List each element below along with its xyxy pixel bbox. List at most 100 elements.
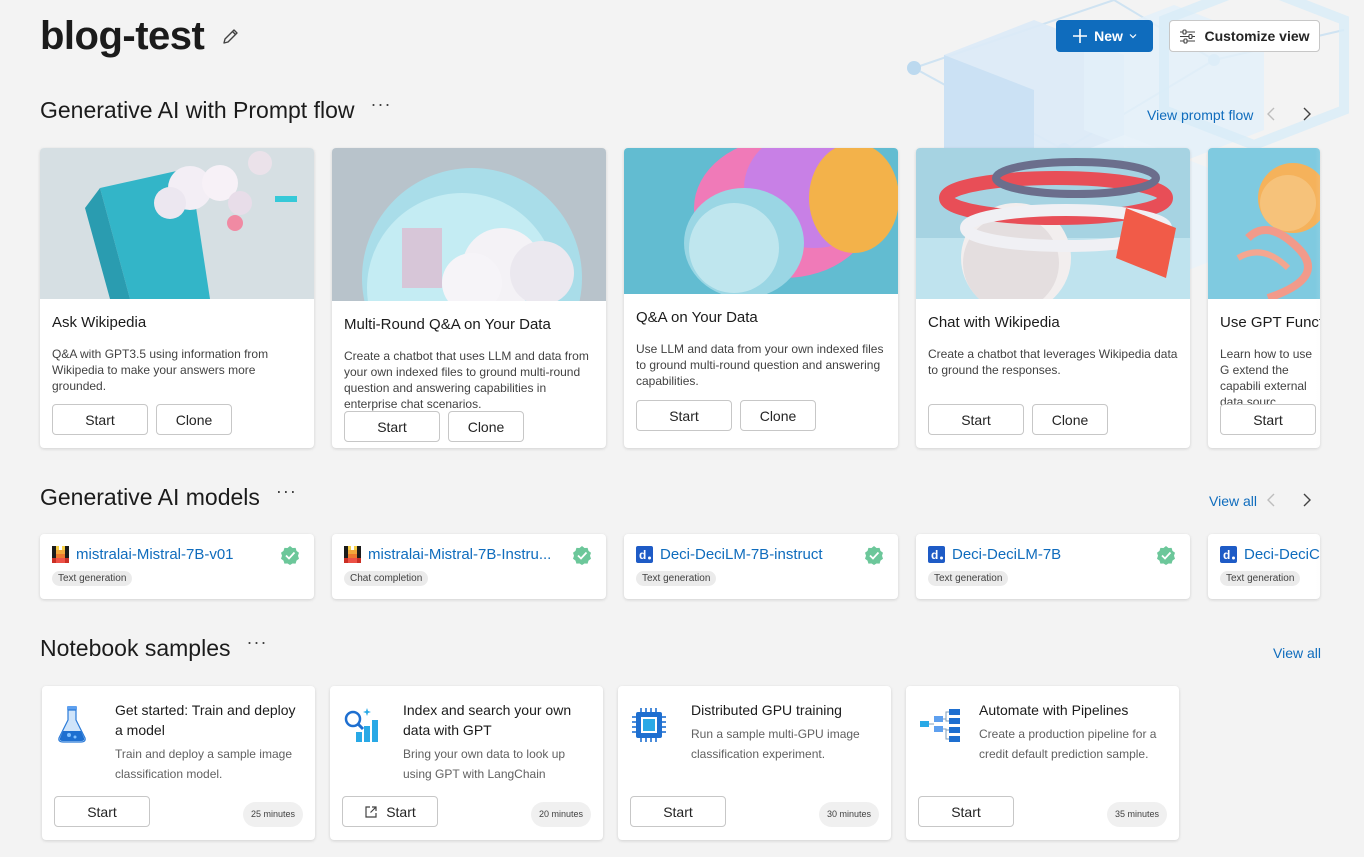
notebooks-section-title: Notebook samples ··· <box>40 632 268 662</box>
new-button[interactable]: New <box>1056 20 1153 52</box>
prompt-flow-card[interactable]: Ask Wikipedia Q&A with GPT3.5 using info… <box>40 148 314 448</box>
deci-logo-icon: d <box>636 546 653 563</box>
start-button[interactable]: Start <box>344 411 440 442</box>
notebook-title: Distributed GPU training <box>691 702 842 718</box>
open-external-icon <box>365 805 377 818</box>
card-title: Use GPT Funct <box>1220 314 1320 331</box>
card-description: Q&A with GPT3.5 using information from W… <box>52 347 269 393</box>
page-title: blog-test <box>40 14 205 58</box>
model-name-link[interactable]: mistralai-Mistral-7B-Instru... <box>368 546 551 563</box>
chevron-down-icon <box>1129 34 1137 39</box>
model-card[interactable]: d Deci-DeciLM-7B Text generation <box>916 534 1190 599</box>
model-name-link[interactable]: Deci-DeciC <box>1244 546 1320 563</box>
model-card[interactable]: mistralai-Mistral-7B-Instru... Chat comp… <box>332 534 606 599</box>
clone-button[interactable]: Clone <box>1032 404 1108 435</box>
prompt-flow-section-title: Generative AI with Prompt flow ··· <box>40 94 391 124</box>
start-button-label: Start <box>386 803 416 820</box>
duration-badge: 25 minutes <box>242 802 303 827</box>
card-illustration <box>624 148 898 298</box>
view-all-models-link[interactable]: View all <box>1209 493 1257 509</box>
customize-view-button[interactable]: Customize view <box>1169 20 1320 52</box>
prompt-flow-card[interactable]: Use GPT Funct Learn how to use G extend … <box>1208 148 1320 448</box>
start-button[interactable]: Start <box>636 400 732 431</box>
search-chart-icon <box>344 708 378 742</box>
deci-logo-icon: d <box>1220 546 1237 563</box>
model-task-tag: Text generation <box>636 571 717 586</box>
model-card[interactable]: mistralai-Mistral-7B-v01 Text generation <box>40 534 314 599</box>
model-name-link[interactable]: mistralai-Mistral-7B-v01 <box>76 546 234 563</box>
carousel-fade <box>1315 140 1364 610</box>
model-name-link[interactable]: Deci-DeciLM-7B-instruct <box>660 546 823 563</box>
model-card[interactable]: d Deci-DeciC Text generation <box>1208 534 1320 599</box>
model-card[interactable]: d Deci-DeciLM-7B-instruct Text generatio… <box>624 534 898 599</box>
deci-logo-icon: d <box>928 546 945 563</box>
prompt-flow-more-icon[interactable]: ··· <box>370 94 391 115</box>
prompt-flow-card[interactable]: Chat with Wikipedia Create a chatbot tha… <box>916 148 1190 448</box>
view-prompt-flow-link[interactable]: View prompt flow <box>1147 107 1253 123</box>
notebooks-heading: Notebook samples <box>40 635 231 661</box>
model-task-tag: Text generation <box>52 571 133 586</box>
chevron-right-icon[interactable] <box>1298 492 1314 508</box>
notebook-description: Train and deploy a sample image classifi… <box>115 747 292 781</box>
verified-check-icon <box>1157 546 1175 565</box>
plus-icon <box>1073 29 1088 43</box>
clone-button[interactable]: Clone <box>740 400 816 431</box>
notebooks-more-icon[interactable]: ··· <box>247 632 268 653</box>
svg-text:d: d <box>1223 548 1230 562</box>
start-button[interactable]: Start <box>52 404 148 435</box>
card-illustration <box>40 148 314 299</box>
duration-badge: 20 minutes <box>530 802 591 827</box>
notebook-card[interactable]: Index and search your own data with GPT … <box>330 686 603 840</box>
card-illustration <box>332 148 606 388</box>
mistral-logo-icon <box>52 546 69 563</box>
card-description: Learn how to use G extend the capabili e… <box>1220 347 1313 409</box>
card-description: Create a chatbot that uses LLM and data … <box>344 349 589 411</box>
chip-icon <box>632 708 666 742</box>
edit-pencil-icon[interactable] <box>221 26 241 46</box>
notebook-description: Create a production pipeline for a credi… <box>979 727 1157 761</box>
card-title: Multi-Round Q&A on Your Data <box>344 316 551 333</box>
notebook-card[interactable]: Automate with Pipelines Create a product… <box>906 686 1179 840</box>
view-all-notebooks-link[interactable]: View all <box>1273 645 1321 661</box>
card-description: Create a chatbot that leverages Wikipedi… <box>928 347 1178 377</box>
sliders-icon <box>1180 28 1196 44</box>
notebook-card[interactable]: Get started: Train and deploy a model Tr… <box>42 686 315 840</box>
model-task-tag: Text generation <box>1220 571 1301 586</box>
clone-button[interactable]: Clone <box>156 404 232 435</box>
prompt-flow-card[interactable]: Multi-Round Q&A on Your Data Create a ch… <box>332 148 606 448</box>
start-button[interactable]: Start <box>1220 404 1316 435</box>
pipeline-icon <box>920 709 960 742</box>
card-title: Chat with Wikipedia <box>928 314 1060 331</box>
start-button[interactable]: Start <box>918 796 1014 827</box>
svg-text:d: d <box>639 548 646 562</box>
customize-view-label: Customize view <box>1204 28 1310 44</box>
card-title: Ask Wikipedia <box>52 314 147 331</box>
model-task-tag: Text generation <box>928 571 1009 586</box>
chevron-right-icon[interactable] <box>1298 106 1314 122</box>
start-button[interactable]: Start <box>928 404 1024 435</box>
start-button[interactable]: Start <box>342 796 438 827</box>
verified-check-icon <box>573 546 591 565</box>
card-illustration <box>1208 148 1320 302</box>
models-section-title: Generative AI models ··· <box>40 481 297 511</box>
clone-button[interactable]: Clone <box>448 411 524 442</box>
start-button[interactable]: Start <box>630 796 726 827</box>
flask-icon <box>58 706 86 743</box>
chevron-left-icon[interactable] <box>1264 492 1280 508</box>
mistral-logo-icon <box>344 546 361 563</box>
prompt-flow-heading: Generative AI with Prompt flow <box>40 97 355 123</box>
model-name-link[interactable]: Deci-DeciLM-7B <box>952 546 1061 563</box>
notebook-description: Bring your own data to look up using GPT… <box>403 747 566 781</box>
models-more-icon[interactable]: ··· <box>276 481 297 502</box>
duration-badge: 30 minutes <box>818 802 879 827</box>
duration-badge: 35 minutes <box>1106 802 1167 827</box>
models-heading: Generative AI models <box>40 484 260 510</box>
verified-check-icon <box>865 546 883 565</box>
new-button-label: New <box>1094 28 1123 44</box>
prompt-flow-card[interactable]: Q&A on Your Data Use LLM and data from y… <box>624 148 898 448</box>
chevron-left-icon[interactable] <box>1264 106 1280 122</box>
notebook-card[interactable]: Distributed GPU training Run a sample mu… <box>618 686 891 840</box>
notebook-title: Index and search your own data with GPT <box>403 702 572 738</box>
start-button[interactable]: Start <box>54 796 150 827</box>
svg-text:d: d <box>931 548 938 562</box>
